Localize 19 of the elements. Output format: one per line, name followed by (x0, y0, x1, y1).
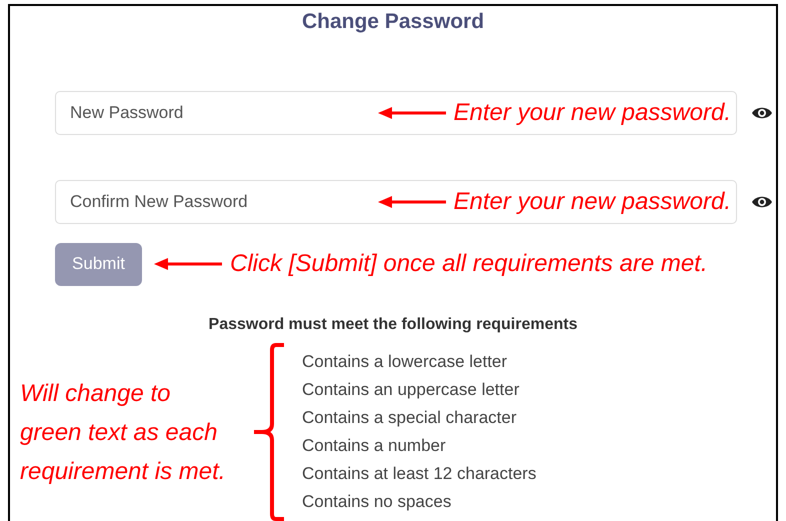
annotation-text: green text as each (20, 418, 218, 448)
arrow (378, 106, 446, 120)
arrow (154, 257, 222, 271)
requirement-item: Contains a number (302, 435, 447, 457)
annotation-text: requirement is met. (20, 456, 226, 486)
requirement-item: Contains no spaces (302, 491, 452, 513)
annotation-text: Click [Submit] once all requirements are met. (230, 250, 708, 278)
arrow (378, 195, 446, 209)
annotation-text: Will change to (20, 378, 172, 408)
requirement-item: Contains an uppercase letter (302, 379, 520, 401)
eye-icon[interactable] (751, 194, 773, 210)
annotation-text: Enter your new password. (454, 188, 731, 216)
requirement-item: Contains at least 12 characters (302, 463, 536, 485)
eye-icon[interactable] (751, 105, 773, 121)
requirement-item: Contains a lowercase letter (302, 351, 508, 373)
page-title: Change Password (300, 9, 486, 35)
requirements-heading: Password must meet the following requirements (208, 316, 578, 334)
requirement-item: Contains a special character (302, 407, 518, 429)
annotation-text: Enter your new password. (454, 99, 731, 127)
